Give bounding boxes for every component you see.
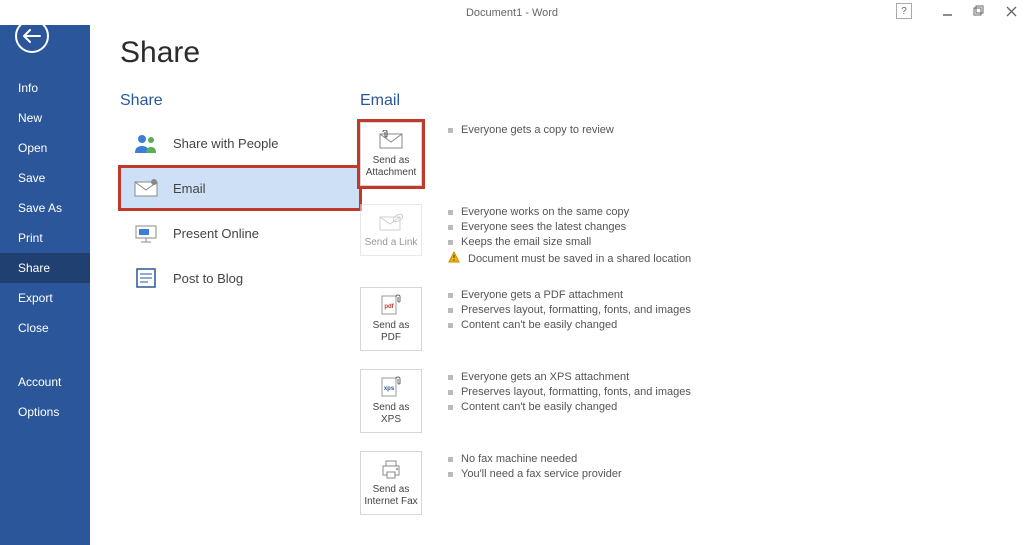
button-label: Send as XPS [364, 402, 418, 426]
bullet-icon [448, 375, 453, 380]
nav-share[interactable]: Share [0, 253, 90, 283]
bullet-icon [448, 240, 453, 245]
share-option-label: Post to Blog [173, 271, 243, 286]
bullet-icon [448, 457, 453, 462]
pdf-icon: pdf [376, 294, 406, 316]
button-label: Send a Link [365, 237, 418, 249]
email-desc: Everyone gets a copy to review [448, 122, 1024, 139]
nav-options[interactable]: Options [0, 397, 90, 427]
attachment-icon [376, 129, 406, 151]
email-desc: Everyone gets a PDF attachment Preserves… [448, 287, 1024, 334]
link-icon [376, 211, 406, 233]
nav-info[interactable]: Info [0, 73, 90, 103]
fax-icon [376, 458, 406, 480]
nav-export[interactable]: Export [0, 283, 90, 313]
window-controls: ? [896, 3, 1018, 19]
bullet-icon [448, 210, 453, 215]
email-desc: No fax machine needed You'll need a fax … [448, 451, 1024, 483]
send-as-pdf-button[interactable]: pdf Send as PDF [360, 287, 422, 351]
email-row-pdf: pdf Send as PDF Everyone gets a PDF atta… [360, 287, 1024, 351]
bullet-icon [448, 472, 453, 477]
window-title: Document1 - Word [466, 7, 558, 19]
button-label: Send as PDF [364, 320, 418, 344]
bullet-icon [448, 405, 453, 410]
nav-save-as[interactable]: Save As [0, 193, 90, 223]
send-as-attachment-button[interactable]: Send as Attachment [360, 122, 422, 186]
help-button[interactable]: ? [896, 3, 912, 19]
email-icon [133, 175, 159, 201]
email-row-xps: xps Send as XPS Everyone gets an XPS att… [360, 369, 1024, 433]
bullet-icon [448, 225, 453, 230]
share-option-people[interactable]: Share with People [120, 122, 360, 164]
close-button[interactable] [1004, 4, 1018, 18]
bullet-icon [448, 128, 453, 133]
button-label: Send as Attachment [364, 155, 418, 179]
email-row-attachment: Send as Attachment Everyone gets a copy … [360, 122, 1024, 186]
share-option-label: Email [173, 181, 206, 196]
bullet-icon [448, 390, 453, 395]
restore-button[interactable] [972, 4, 986, 18]
backstage-content: Share Share Share with People Email [90, 0, 1024, 545]
minimize-button[interactable] [940, 4, 954, 18]
email-row-link: Send a Link Everyone works on the same c… [360, 204, 1024, 269]
share-option-present-online[interactable]: Present Online [120, 212, 360, 254]
bullet-icon [448, 323, 453, 328]
svg-text:xps: xps [384, 386, 395, 392]
svg-text:pdf: pdf [384, 304, 394, 310]
people-icon [133, 130, 159, 156]
backstage-sidebar: Info New Open Save Save As Print Share E… [0, 0, 90, 545]
nav-save[interactable]: Save [0, 163, 90, 193]
share-option-label: Present Online [173, 226, 259, 241]
blog-icon [133, 265, 159, 291]
bullet-icon [448, 293, 453, 298]
send-as-fax-button[interactable]: Send as Internet Fax [360, 451, 422, 515]
nav-close[interactable]: Close [0, 313, 90, 343]
email-desc: Everyone gets an XPS attachment Preserve… [448, 369, 1024, 416]
email-desc: Everyone works on the same copy Everyone… [448, 204, 1024, 269]
send-as-xps-button[interactable]: xps Send as XPS [360, 369, 422, 433]
send-a-link-button: Send a Link [360, 204, 422, 256]
projector-icon [133, 220, 159, 246]
bullet-icon [448, 308, 453, 313]
email-heading: Email [360, 92, 1024, 110]
warning-icon [448, 251, 460, 266]
share-heading: Share [120, 92, 360, 110]
nav-account[interactable]: Account [0, 367, 90, 397]
email-row-fax: Send as Internet Fax No fax machine need… [360, 451, 1024, 515]
xps-icon: xps [376, 376, 406, 398]
email-options-panel: Email Send as Attachment Everyone gets a… [360, 92, 1024, 533]
titlebar: Document1 - Word ? [0, 0, 1024, 25]
nav-print[interactable]: Print [0, 223, 90, 253]
nav-open[interactable]: Open [0, 133, 90, 163]
nav-new[interactable]: New [0, 103, 90, 133]
button-label: Send as Internet Fax [364, 484, 418, 508]
share-options-panel: Share Share with People Email Present On… [120, 92, 360, 533]
share-option-email[interactable]: Email [120, 167, 360, 209]
share-option-label: Share with People [173, 136, 279, 151]
page-title: Share [120, 36, 1024, 70]
share-option-post-blog[interactable]: Post to Blog [120, 257, 360, 299]
